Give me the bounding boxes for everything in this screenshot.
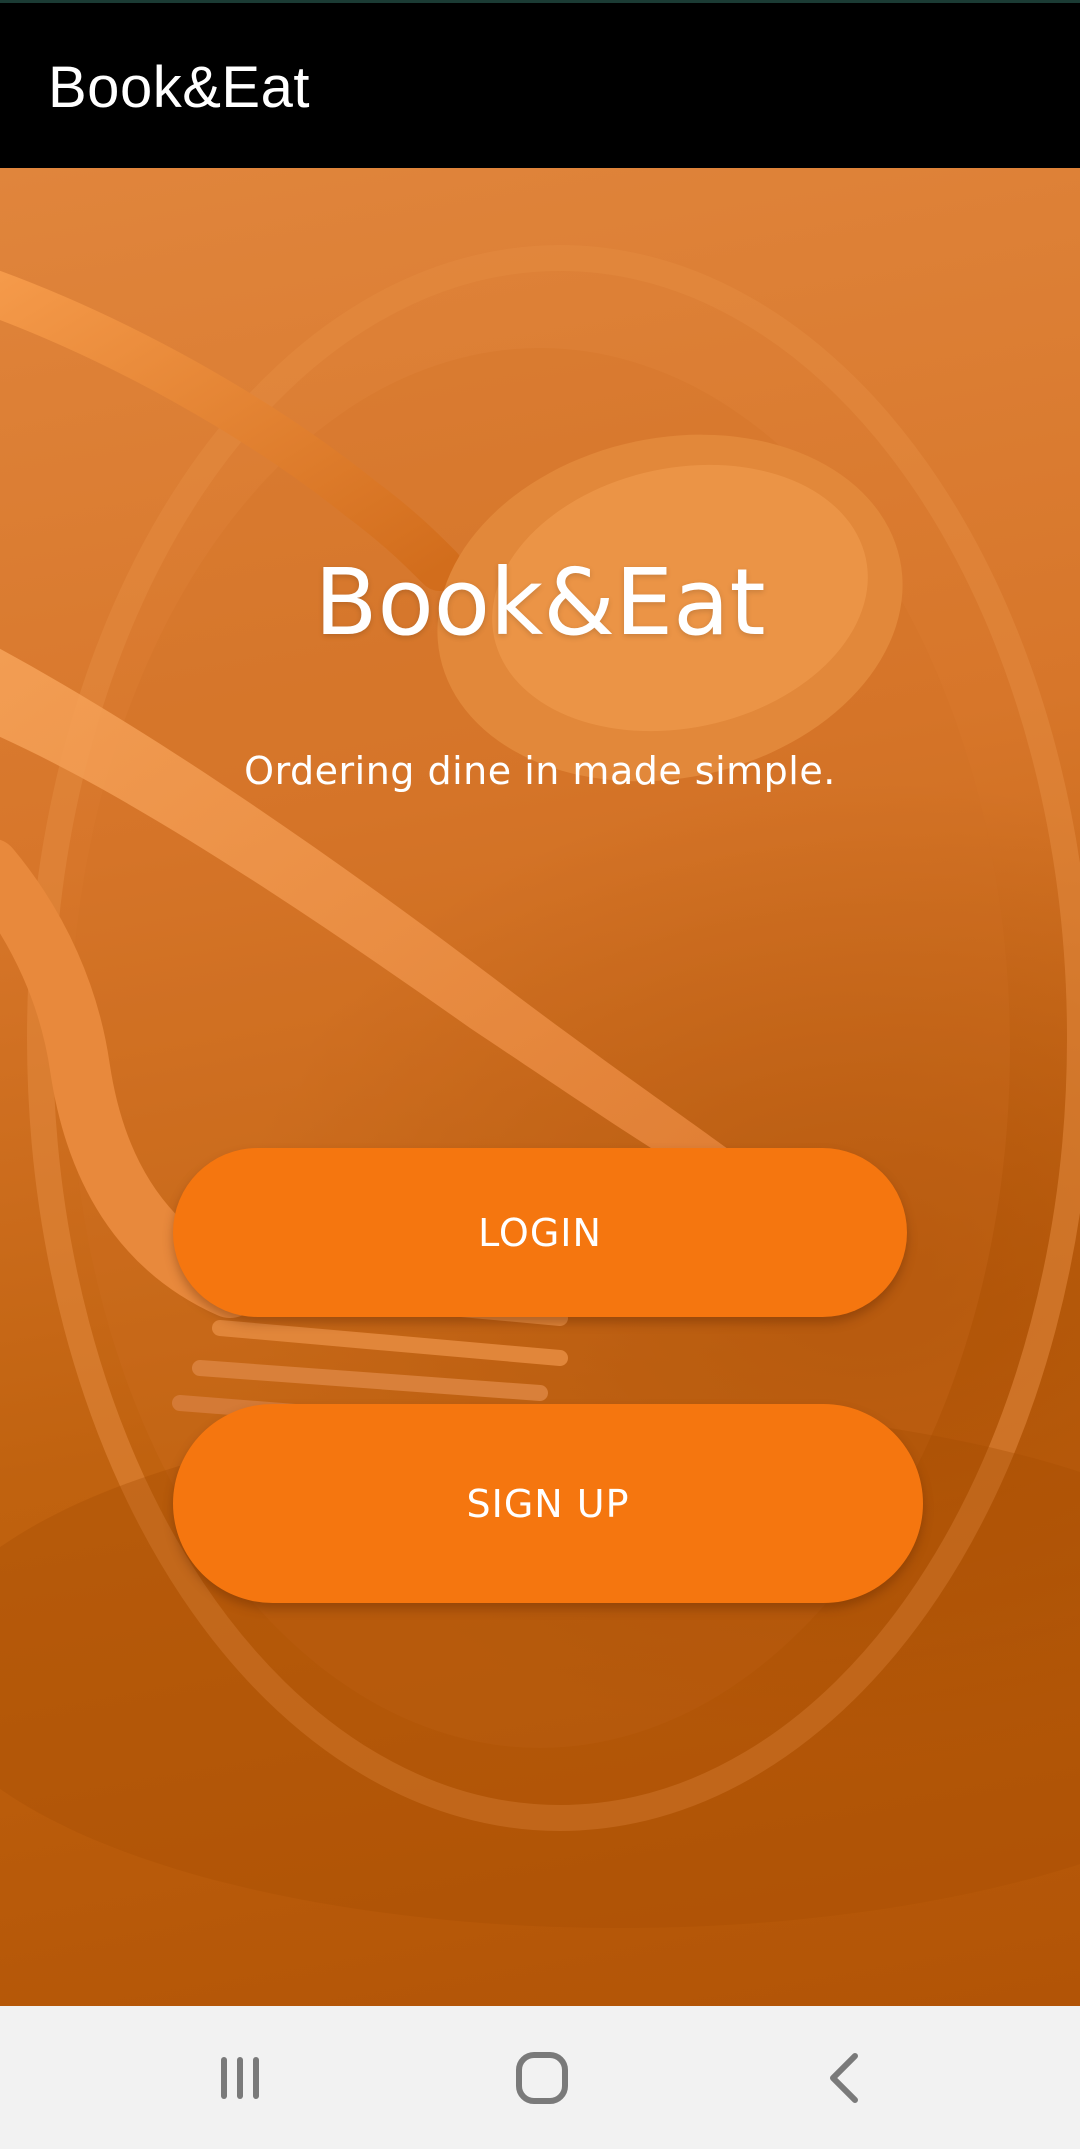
app-bar-title: Book&Eat [48,55,310,120]
recent-apps-button[interactable] [170,2006,310,2149]
hero-title: Book&Eat [314,549,766,656]
screen: Book&Eat Book&Eat Ordering dine in made … [0,0,1080,2149]
signup-button[interactable]: SIGN UP [173,1404,923,1603]
back-button[interactable] [775,2006,915,2149]
home-icon [516,2051,568,2104]
system-navigation-bar [0,2006,1080,2149]
hero-section: Book&Eat Ordering dine in made simple. L… [0,168,1080,2006]
hero-subtitle: Ordering dine in made simple. [244,749,836,793]
login-button[interactable]: LOGIN [173,1148,907,1317]
recent-apps-icon [221,2056,259,2099]
cutlery-background-image [0,245,1080,1928]
app-bar: Book&Eat [0,0,1080,168]
home-button[interactable] [472,2006,612,2149]
back-icon [830,2052,858,2103]
